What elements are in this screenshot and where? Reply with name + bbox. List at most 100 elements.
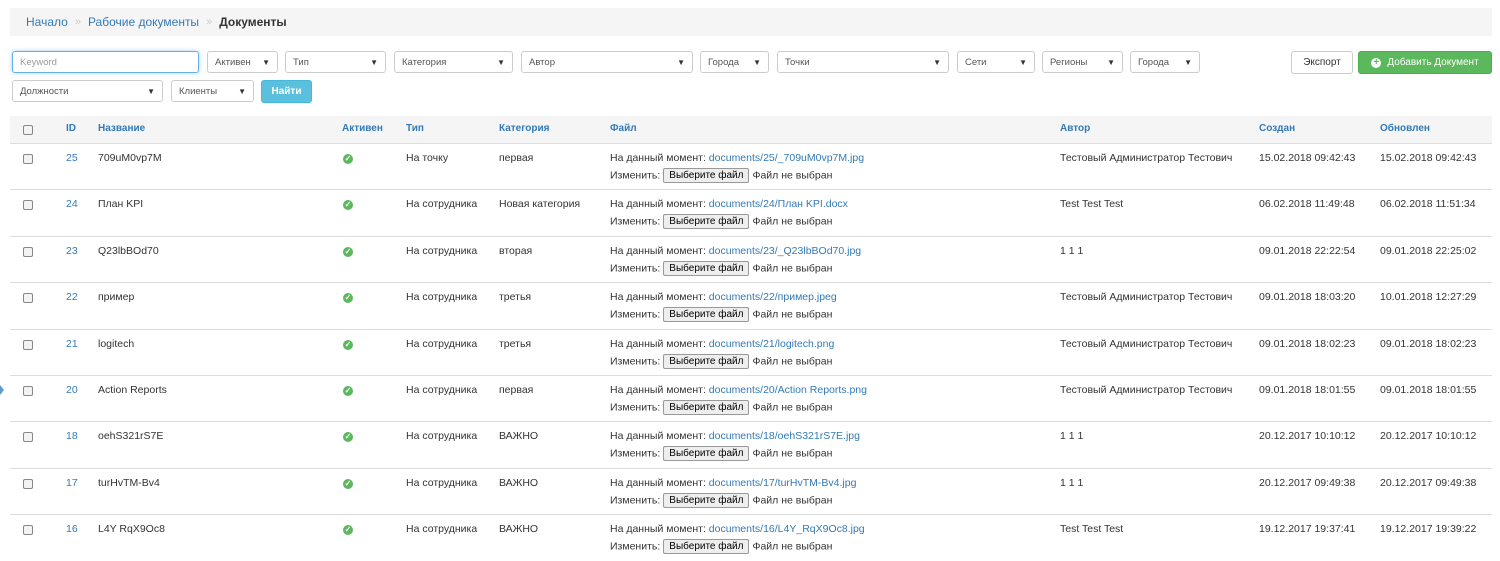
regions-select[interactable]: Регионы ▼	[1042, 51, 1123, 73]
file-link[interactable]: documents/16/L4Y_RqX9Oc8.jpg	[709, 523, 865, 535]
row-id-link[interactable]: 25	[66, 152, 78, 164]
file-link[interactable]: documents/21/logitech.png	[709, 338, 835, 350]
category-select[interactable]: Категория ▼	[394, 51, 513, 73]
cities-select[interactable]: Города ▼	[700, 51, 769, 73]
row-author: 1 1 1	[1060, 430, 1084, 443]
col-created[interactable]: Создан	[1259, 123, 1295, 134]
row-name: Q23lbBOd70	[98, 244, 159, 257]
col-category[interactable]: Категория	[499, 123, 549, 134]
col-author[interactable]: Автор	[1060, 123, 1090, 134]
row-checkbox[interactable]	[23, 293, 33, 304]
file-none-label: Файл не выбран	[752, 262, 833, 275]
row-file-change: Изменить: Выберите файл Файл не выбран	[610, 260, 833, 276]
file-none-label: Файл не выбран	[752, 447, 833, 460]
row-category: ВАЖНО	[499, 430, 539, 443]
row-updated: 09.01.2018 18:02:23	[1380, 337, 1477, 350]
export-button[interactable]: Экспорт	[1291, 51, 1353, 74]
breadcrumb-docs-link[interactable]: Рабочие документы	[88, 15, 199, 29]
check-circle-icon: ✓	[343, 154, 353, 164]
row-name: 709uM0vp7M	[98, 152, 162, 164]
check-circle-icon: ✓	[343, 478, 353, 489]
row-checkbox[interactable]	[23, 154, 33, 164]
file-link[interactable]: documents/17/turHvTM-Bv4.jpg	[709, 477, 857, 489]
row-category: ВАЖНО	[499, 523, 539, 536]
row-checkbox[interactable]	[23, 478, 33, 489]
row-checkbox[interactable]	[23, 246, 33, 257]
points-select[interactable]: Точки ▼	[777, 51, 949, 73]
caret-down-icon: ▼	[1107, 57, 1115, 67]
row-category: первая	[499, 384, 534, 396]
row-type: На сотрудника	[406, 384, 478, 396]
caret-down-icon: ▼	[1184, 57, 1192, 67]
table-row: 21 logitech ✓ На сотрудника третья На данный …	[10, 328, 1492, 375]
col-file[interactable]: Файл	[610, 123, 637, 134]
file-link[interactable]: documents/23/_Q23lbBOd70.jpg	[709, 245, 861, 257]
row-id-link[interactable]: 21	[66, 338, 78, 350]
choose-file-button[interactable]: Выберите файл	[663, 446, 750, 462]
choose-file-button[interactable]: Выберите файл	[663, 260, 750, 276]
row-checkbox[interactable]	[23, 200, 33, 211]
file-none-label: Файл не выбран	[752, 354, 833, 367]
search-button[interactable]: Найти	[261, 80, 312, 103]
positions-select[interactable]: Должности ▼	[12, 80, 163, 102]
file-link[interactable]: documents/24/План KPI.docx	[709, 198, 848, 210]
row-file-current: На данный момент: documents/23/_Q23lbBOd…	[610, 245, 861, 257]
row-id-link[interactable]: 20	[66, 384, 78, 396]
choose-file-button[interactable]: Выберите файл	[663, 539, 750, 555]
row-file-current: На данный момент: documents/18/oehS321rS…	[610, 430, 860, 442]
choose-file-button[interactable]: Выберите файл	[663, 168, 750, 183]
col-id[interactable]: ID	[66, 123, 76, 134]
row-checkbox[interactable]	[23, 525, 33, 536]
table-header: ID Название Активен Тип Категория Файл А…	[10, 116, 1492, 143]
file-change-label: Изменить:	[610, 494, 661, 507]
choose-file-button[interactable]: Выберите файл	[663, 307, 750, 323]
row-updated: 19.12.2017 19:39:22	[1380, 523, 1477, 536]
file-none-label: Файл не выбран	[752, 494, 833, 507]
row-file-change: Изменить: Выберите файл Файл не выбран	[610, 168, 832, 183]
keyword-input[interactable]: Keyword	[12, 51, 199, 73]
table-row: 18 oehS321rS7E ✓ На сотрудника ВАЖНО На данны…	[10, 421, 1492, 467]
select-all-checkbox[interactable]	[23, 125, 33, 135]
row-id-link[interactable]: 22	[66, 291, 78, 303]
row-id-link[interactable]: 24	[66, 198, 78, 210]
row-category: третья	[499, 337, 532, 350]
row-checkbox[interactable]	[23, 432, 33, 443]
row-type: На сотрудника	[406, 337, 478, 350]
clients-select[interactable]: Клиенты ▼	[171, 80, 254, 102]
row-name: План KPI	[98, 198, 144, 211]
choose-file-button[interactable]: Выберите файл	[663, 214, 750, 230]
row-id-link[interactable]: 16	[66, 523, 78, 535]
file-link[interactable]: documents/20/Action Reports.png	[709, 384, 867, 396]
add-document-button[interactable]: + Добавить Документ	[1358, 51, 1492, 74]
row-file-current: На данный момент: documents/24/План KPI.…	[610, 198, 848, 210]
choose-file-button[interactable]: Выберите файл	[663, 400, 750, 415]
row-id-link[interactable]: 23	[66, 245, 78, 257]
row-category: ВАЖНО	[499, 476, 539, 489]
col-name[interactable]: Название	[98, 123, 145, 134]
col-type[interactable]: Тип	[406, 123, 424, 134]
col-updated[interactable]: Обновлен	[1380, 123, 1430, 134]
row-id-link[interactable]: 17	[66, 477, 78, 489]
caret-down-icon: ▼	[370, 57, 378, 67]
row-checkbox[interactable]	[23, 386, 33, 396]
active-select[interactable]: Активен ▼	[207, 51, 278, 73]
row-category: Новая категория	[499, 198, 581, 211]
row-pointer-icon	[0, 385, 4, 395]
row-category: первая	[499, 152, 534, 164]
row-type: На сотрудника	[406, 523, 478, 536]
type-select[interactable]: Тип ▼	[285, 51, 386, 73]
file-link[interactable]: documents/25/_709uM0vp7M.jpg	[709, 152, 864, 164]
row-checkbox[interactable]	[23, 339, 33, 350]
file-link[interactable]: documents/22/пример.jpeg	[709, 291, 837, 303]
col-active[interactable]: Активен	[342, 123, 383, 134]
choose-file-button[interactable]: Выберите файл	[663, 353, 750, 369]
choose-file-button[interactable]: Выберите файл	[663, 492, 750, 508]
networks-select[interactable]: Сети ▼	[957, 51, 1035, 73]
row-file-current: На данный момент: documents/17/turHvTM-B…	[610, 477, 856, 489]
row-created: 20.12.2017 09:49:38	[1259, 476, 1356, 489]
file-link[interactable]: documents/18/oehS321rS7E.jpg	[709, 430, 860, 442]
row-id-link[interactable]: 18	[66, 430, 78, 442]
cities2-select[interactable]: Города ▼	[1130, 51, 1200, 73]
breadcrumb-home-link[interactable]: Начало	[26, 15, 68, 29]
author-select[interactable]: Автор ▼	[521, 51, 693, 73]
